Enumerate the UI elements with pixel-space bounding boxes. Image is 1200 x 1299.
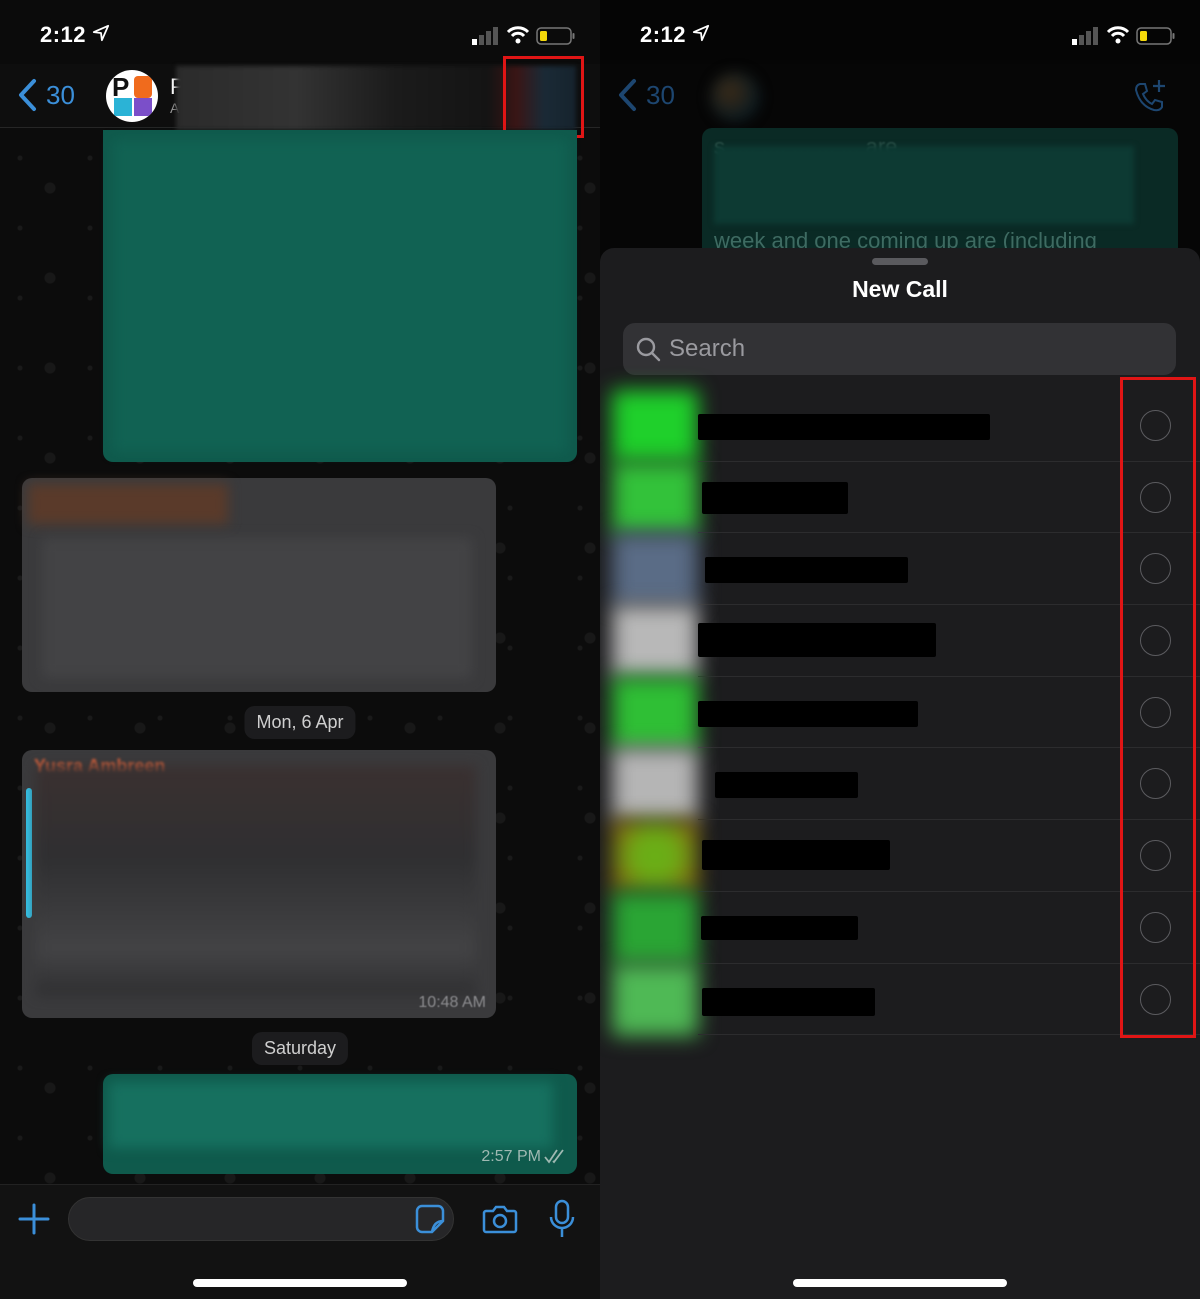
wifi-icon [1106,26,1130,44]
contact-row[interactable]: Contact 2 [600,461,1200,534]
chat-header: 30 P P A [0,56,600,138]
search-input[interactable] [669,335,1149,363]
back-button[interactable]: 30 [16,78,75,112]
message-time: 10:48 AM [418,994,486,1011]
contact-name-redacted: Contact 5 [698,700,918,727]
sheet-grabber[interactable] [872,258,928,265]
redacted-content [113,140,567,452]
avatar-shape-orange [134,76,152,98]
contact-name-redacted: Contact 3 [705,557,908,584]
message-time: 2:57 PM [481,1148,541,1165]
home-indicator[interactable] [793,1279,1007,1287]
date-separator: Mon, 6 Apr [244,706,356,739]
redacted-content [714,146,1134,224]
date-separator: Saturday [251,1032,349,1065]
message-bubble-outgoing[interactable] [103,130,577,462]
highlight-select-radios-box [1120,377,1196,1038]
cellular-signal-icon [1072,27,1098,45]
dimmed-chat-header: 30 [600,64,1200,128]
chevron-left-icon [619,79,636,111]
contact-name-redacted: Contact 4 [698,623,936,658]
contact-name-redacted: Contact 7 [702,840,890,871]
contact-row[interactable]: Contact 8 [600,891,1200,964]
double-check-icon [544,1149,564,1164]
contact-avatar [612,461,698,534]
chevron-left-icon [19,79,36,111]
search-icon [636,337,661,362]
contact-avatar[interactable]: P [106,70,158,122]
contact-row[interactable]: Contact 7 [600,820,1200,893]
quote-bar [26,788,32,918]
contact-row[interactable]: Contact 3 [600,533,1200,606]
contact-name-redacted: Contact 2 [702,481,848,514]
new-call-screen: 2:12 30 s .... .... ... ... ... are week… [600,0,1200,1299]
location-arrow-icon [692,24,710,42]
battery-low-icon [536,27,575,45]
contact-row[interactable]: Contact 5 [600,676,1200,749]
contact-row[interactable]: Contact 1 [600,390,1200,462]
message-bubble-outgoing[interactable]: 2:57 PM [103,1074,577,1174]
back-count: 30 [646,79,675,110]
avatar-shape-purple [134,98,152,116]
contact-avatar [612,891,698,964]
battery-low-icon [1136,27,1175,45]
status-time: 2:12 [640,22,687,47]
avatar-shape-blue [114,98,132,116]
wifi-icon [506,26,530,44]
phone-plus-icon[interactable] [1132,78,1168,114]
redacted-content [109,1082,553,1148]
back-count: 30 [46,79,75,110]
contact-list: Contact 1 Contact 2 Contact 3 Contact 4 [600,390,1200,1036]
chat-screen: 2:12 30 P P A Mon, 6 Apr Yusra Ambreen [0,0,600,1299]
contact-avatar [612,820,698,893]
contact-avatar [612,676,698,749]
contact-avatar [612,390,698,462]
contact-avatar [612,748,698,821]
redacted-sender [28,484,228,524]
message-bubble-incoming[interactable] [22,478,496,692]
sheet-title: New Call [852,276,948,302]
new-call-sheet: New Call Contact 1 Contact 2 Contact 3 [600,248,1200,1299]
microphone-icon[interactable] [548,1199,576,1239]
status-bar: 2:12 [0,0,600,64]
message-bubble-incoming-reply[interactable]: Yusra Ambreen 10:48 AM [22,750,496,1018]
contact-name-redacted: Contact 1 [698,414,990,440]
message-input[interactable] [68,1197,454,1241]
contact-row[interactable]: Contact 9 [600,963,1200,1036]
contact-name-redacted: Contact 9 [702,987,875,1016]
contact-avatar [710,72,760,122]
contact-row[interactable]: Contact 6 [600,748,1200,821]
dimmed-message-bubble: s .... .... ... ... ... are week and one… [702,128,1178,258]
contact-name-redacted: Contact 8 [701,915,858,940]
redacted-content [36,766,476,996]
dimmed-chat-background: s .... .... ... ... ... are week and one… [600,128,1200,258]
back-button[interactable]: 30 [616,78,675,112]
camera-icon[interactable] [482,1203,518,1235]
home-indicator[interactable] [193,1279,407,1287]
contact-avatar [612,963,698,1036]
highlight-call-button-box [503,56,584,138]
redacted-content [42,538,472,678]
plus-icon[interactable] [18,1203,50,1235]
contact-name-redacted: Contact 6 [715,772,858,799]
search-field[interactable] [623,323,1176,375]
status-time: 2:12 [40,22,87,47]
location-arrow-icon [92,24,110,42]
status-bar: 2:12 [600,0,1200,64]
cellular-signal-icon [472,27,498,45]
contact-row[interactable]: Contact 4 [600,605,1200,678]
sticker-icon[interactable] [414,1203,446,1235]
contact-avatar [612,605,698,678]
contact-avatar [612,533,698,606]
